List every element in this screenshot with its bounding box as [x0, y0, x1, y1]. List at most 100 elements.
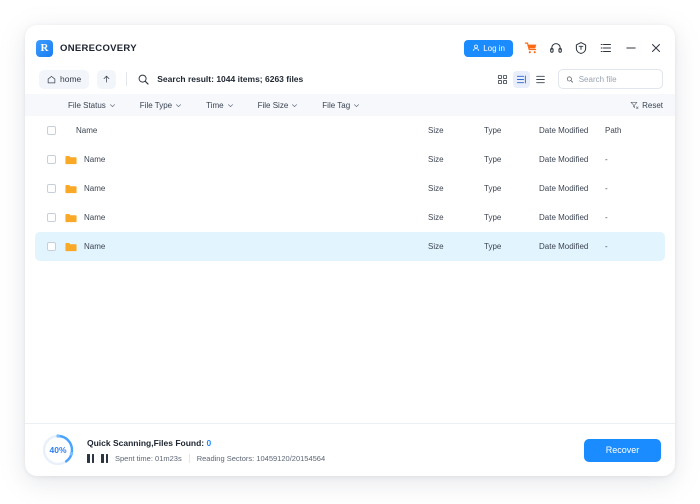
- cell-type: Type: [484, 184, 502, 193]
- search-icon: [138, 74, 149, 85]
- chevron-down-icon: [109, 103, 115, 107]
- cell-date-modified: Date Modified: [539, 213, 589, 222]
- row-checkbox[interactable]: [47, 213, 56, 222]
- search-result-text: Search result: 1044 items; 6263 files: [157, 74, 304, 84]
- home-button-label: home: [60, 74, 82, 84]
- cell-path: -: [605, 155, 608, 164]
- stop-button[interactable]: [101, 453, 108, 463]
- cell-date-modified: Date Modified: [539, 184, 589, 193]
- column-header-name[interactable]: Name: [76, 126, 428, 135]
- reset-button-label: Reset: [642, 100, 663, 110]
- search-result: Search result: 1044 items; 6263 files: [137, 73, 303, 86]
- clear-filter-icon: [630, 101, 639, 109]
- grid-view-button[interactable]: [494, 71, 511, 88]
- shield-icon[interactable]: [574, 41, 588, 55]
- folder-icon: [65, 155, 77, 164]
- toolbar-right: [494, 69, 663, 89]
- scan-status-text: Quick Scanning,Files Found:: [87, 437, 205, 448]
- table-row[interactable]: Name Size Type Date Modified -: [35, 232, 665, 261]
- row-checkbox[interactable]: [47, 155, 56, 164]
- chevron-down-icon: [176, 103, 182, 107]
- login-button[interactable]: Log in: [464, 39, 513, 57]
- titlebar-controls: Log in: [464, 39, 663, 57]
- status-divider: [188, 453, 190, 463]
- cell-name: Name: [84, 184, 106, 193]
- column-header-date-modified[interactable]: Date Modified: [539, 126, 605, 135]
- filter-file-size-label: File Size: [257, 100, 289, 110]
- detail-list-icon: [516, 75, 526, 83]
- cell-name: Name: [84, 155, 106, 164]
- cell-name: Name: [84, 242, 106, 251]
- folder-icon: [65, 242, 77, 251]
- table-header-row: Name Size Type Date Modified Path: [35, 116, 665, 145]
- minimize-icon[interactable]: [624, 41, 638, 55]
- chevron-down-icon: [354, 103, 360, 107]
- filter-time-label: Time: [206, 100, 224, 110]
- filter-file-status-label: File Status: [68, 100, 106, 110]
- grid-icon: [497, 74, 508, 84]
- filter-time[interactable]: Time: [196, 94, 243, 116]
- toolbar-divider: [126, 72, 128, 86]
- row-checkbox[interactable]: [47, 184, 56, 193]
- titlebar: R ONERECOVERY Log in: [25, 32, 675, 64]
- pause-button[interactable]: [87, 453, 94, 463]
- cell-type: Type: [484, 242, 502, 251]
- cell-size: Size: [428, 213, 444, 222]
- up-directory-button[interactable]: [97, 69, 117, 89]
- user-icon: [473, 44, 480, 52]
- filter-file-size[interactable]: File Size: [248, 94, 309, 116]
- reset-button[interactable]: Reset: [630, 101, 663, 110]
- search-input[interactable]: [578, 74, 655, 84]
- folder-icon: [65, 213, 77, 222]
- search-file-box[interactable]: [558, 69, 663, 89]
- chevron-down-icon: [227, 103, 233, 107]
- cell-size: Size: [428, 155, 444, 164]
- table-row[interactable]: Name Size Type Date Modified -: [35, 203, 665, 232]
- detail-view-button[interactable]: [513, 70, 530, 88]
- folder-icon: [65, 184, 77, 193]
- scan-sub-row: Spent time: 01m23s Reading Sectors: 1045…: [87, 453, 325, 463]
- list-icon: [536, 75, 545, 83]
- column-header-size[interactable]: Size: [428, 126, 484, 135]
- filter-file-tag[interactable]: File Tag: [312, 94, 370, 116]
- filter-funnel-icon: [39, 101, 48, 110]
- row-checkbox[interactable]: [47, 242, 56, 251]
- list-view-button[interactable]: [532, 71, 549, 88]
- filter-file-tag-label: File Tag: [322, 100, 351, 110]
- brand-name: ONERECOVERY: [60, 42, 137, 54]
- status-bar: 40% Quick Scanning,Files Found: 0 Spent …: [25, 423, 675, 476]
- file-table: Name Size Type Date Modified Path Name S…: [25, 116, 675, 423]
- filter-bar: File Status File Type Time File Size Fil…: [25, 94, 675, 116]
- scan-progress-label: 40%: [49, 445, 67, 455]
- select-all-checkbox[interactable]: [47, 126, 56, 135]
- files-found-count: 0: [206, 437, 212, 448]
- cell-size: Size: [428, 184, 444, 193]
- scan-progress-ring: 40%: [41, 433, 75, 467]
- view-toggles: [494, 70, 549, 88]
- brand: R ONERECOVERY: [36, 39, 137, 57]
- spent-time-label: Spent time: 01m23s: [115, 453, 182, 463]
- scan-status-title: Quick Scanning,Files Found: 0: [87, 438, 325, 448]
- close-icon[interactable]: [649, 41, 663, 55]
- column-header-type[interactable]: Type: [484, 126, 539, 135]
- cart-icon[interactable]: [524, 41, 538, 55]
- cell-path: -: [605, 184, 608, 193]
- app-logo-icon: R: [36, 39, 53, 57]
- table-row[interactable]: Name Size Type Date Modified -: [35, 145, 665, 174]
- arrow-up-icon: [103, 75, 110, 83]
- cell-date-modified: Date Modified: [539, 155, 589, 164]
- filter-file-type[interactable]: File Type: [130, 94, 192, 116]
- column-header-path[interactable]: Path: [605, 126, 665, 135]
- recover-button[interactable]: Recover: [584, 438, 661, 462]
- filter-file-status[interactable]: File Status: [58, 94, 126, 116]
- list-menu-icon[interactable]: [599, 41, 613, 55]
- table-row[interactable]: Name Size Type Date Modified -: [35, 174, 665, 203]
- headset-icon[interactable]: [549, 41, 563, 55]
- cell-date-modified: Date Modified: [539, 242, 589, 251]
- search-icon: [566, 76, 573, 83]
- scan-info: Quick Scanning,Files Found: 0 Spent time…: [87, 438, 325, 463]
- login-button-label: Log in: [483, 43, 505, 53]
- home-button[interactable]: home: [39, 69, 90, 89]
- cell-size: Size: [428, 242, 444, 251]
- cell-path: -: [605, 213, 608, 222]
